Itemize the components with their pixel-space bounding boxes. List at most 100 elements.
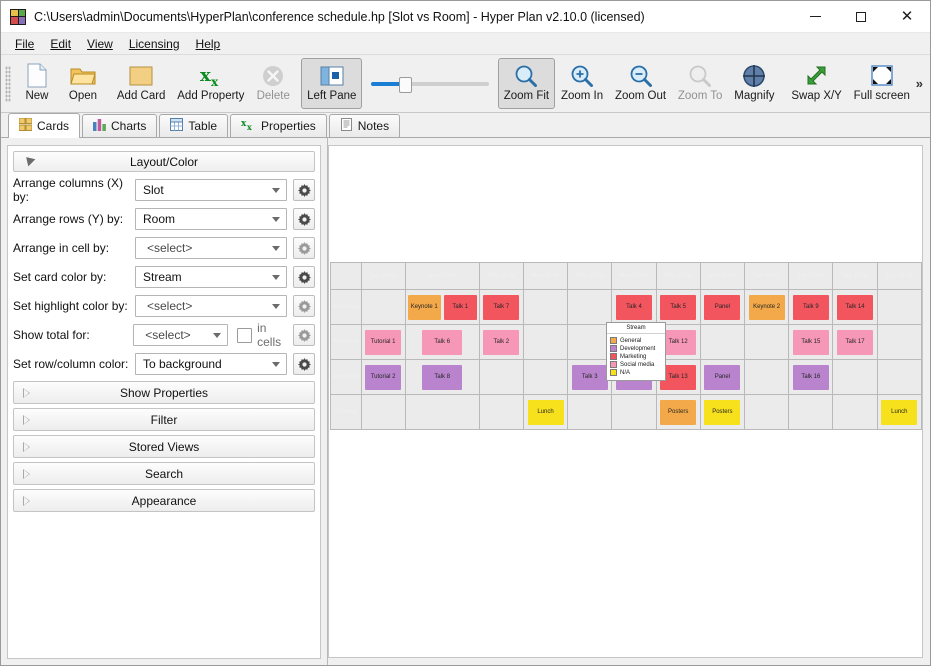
tab-charts[interactable]: Charts	[82, 114, 158, 137]
grid-cell[interactable]: Lunch	[876, 394, 922, 430]
schedule-card[interactable]: Talk 6	[422, 329, 463, 355]
toolbar-open-button[interactable]: Open	[60, 58, 106, 109]
column-header[interactable]: Tue 09:00	[743, 262, 790, 290]
schedule-card[interactable]: Posters	[704, 399, 741, 425]
highlight-color-settings-button[interactable]	[293, 295, 315, 317]
toolbar-swap-xy-button[interactable]: Swap X/Y	[785, 58, 847, 109]
arrange-columns-settings-button[interactable]	[293, 179, 315, 201]
arrange-in-cell-select[interactable]: <select>	[135, 237, 287, 259]
menu-licensing[interactable]: Licensing	[121, 35, 188, 53]
column-header[interactable]: Mon 11:00	[478, 262, 524, 290]
grid-cell[interactable]	[876, 324, 922, 360]
schedule-card[interactable]: Panel	[704, 294, 741, 320]
schedule-card[interactable]: Keynote 2	[748, 294, 785, 320]
grid-cell[interactable]	[360, 289, 406, 325]
schedule-card[interactable]: Talk 9	[792, 294, 829, 320]
grid-cell[interactable]: Panel	[699, 359, 746, 395]
zoom-slider-handle[interactable]	[399, 76, 413, 93]
schedule-card[interactable]: Talk 17	[837, 329, 874, 355]
toolbar-full-screen-button[interactable]: Full screen	[848, 58, 916, 109]
schedule-card[interactable]: Posters	[660, 399, 697, 425]
tab-table[interactable]: Table	[159, 114, 229, 137]
menu-file[interactable]: File	[7, 35, 42, 53]
grid-cell[interactable]	[567, 394, 613, 430]
accordion-show-properties[interactable]: Show Properties	[13, 381, 315, 404]
toolbar-zoom-to-button[interactable]: Zoom To	[672, 58, 728, 109]
grid-cell[interactable]: Talk 17	[832, 324, 878, 360]
toolbar-zoom-out-button[interactable]: Zoom Out	[609, 58, 672, 109]
schedule-card[interactable]: Talk 3	[571, 364, 608, 390]
accordion-filter[interactable]: Filter	[13, 408, 315, 431]
grid-cell[interactable]: Tutorial 1	[360, 324, 406, 360]
column-header[interactable]: Tue 10:00	[788, 262, 834, 290]
arrange-in-cell-settings-button[interactable]	[293, 237, 315, 259]
grid-cell[interactable]	[743, 394, 790, 430]
row-column-color-select[interactable]: To background	[135, 353, 287, 375]
tab-cards[interactable]: Cards	[8, 113, 81, 138]
zoom-slider-track[interactable]	[371, 76, 489, 93]
maximize-button[interactable]	[838, 1, 884, 32]
schedule-card[interactable]: Tutorial 1	[365, 329, 402, 355]
layout-color-section-header[interactable]: Layout/Color	[13, 151, 315, 172]
schedule-card[interactable]: Talk 14	[837, 294, 874, 320]
grid-cell[interactable]	[876, 289, 922, 325]
column-header[interactable]: Mon 16:00	[699, 262, 746, 290]
grid-cell[interactable]: Talk 9	[788, 289, 834, 325]
grid-cell[interactable]	[478, 394, 524, 430]
column-header[interactable]: Mon 14:00	[611, 262, 657, 290]
in-cells-checkbox[interactable]	[237, 327, 253, 343]
row-header[interactable]: Auditorium	[330, 289, 362, 325]
grid-cell[interactable]	[876, 359, 922, 395]
grid-cell[interactable]	[611, 394, 657, 430]
accordion-appearance[interactable]: Appearance	[13, 489, 315, 512]
menu-help[interactable]: Help	[188, 35, 229, 53]
column-header[interactable]: Tue 11:00	[832, 262, 878, 290]
grid-cell[interactable]	[522, 359, 569, 395]
grid-cell[interactable]: Tutorial 2	[360, 359, 406, 395]
card-color-select[interactable]: Stream	[135, 266, 287, 288]
cards-canvas[interactable]: Sat 14:00 Mon 10:00 Mon 11:00 Mon 12:00 Mon …	[328, 145, 923, 658]
grid-cell[interactable]: Talk 5	[655, 289, 701, 325]
row-column-color-settings-button[interactable]	[293, 353, 315, 375]
toolbar-overflow-button[interactable]: »	[916, 76, 923, 91]
schedule-card[interactable]: Talk 1	[443, 294, 477, 320]
schedule-card[interactable]: Lunch	[527, 399, 564, 425]
grid-cell[interactable]: Talk 6	[404, 324, 480, 360]
grid-cell[interactable]	[743, 359, 790, 395]
grid-cell[interactable]: Talk 15	[788, 324, 834, 360]
grid-cell[interactable]	[832, 394, 878, 430]
grid-cell[interactable]: Keynote 2	[743, 289, 790, 325]
grid-cell[interactable]	[832, 359, 878, 395]
close-button[interactable]: ✕	[884, 1, 930, 32]
grid-cell[interactable]	[522, 324, 569, 360]
schedule-card[interactable]: Talk 7	[483, 294, 520, 320]
toolbar-new-button[interactable]: New	[14, 58, 60, 109]
grid-cell[interactable]	[743, 324, 790, 360]
arrange-columns-select[interactable]: Slot	[135, 179, 287, 201]
grid-cell[interactable]: Talk 8	[404, 359, 480, 395]
schedule-card[interactable]: Talk 15	[792, 329, 829, 355]
grid-cell[interactable]	[788, 394, 834, 430]
grid-cell[interactable]: Panel	[699, 289, 746, 325]
toolbar-magnify-button[interactable]: Magnify	[728, 58, 780, 109]
grid-cell[interactable]	[567, 289, 613, 325]
grid-cell[interactable]	[478, 359, 524, 395]
grid-cell[interactable]: Talk 16	[788, 359, 834, 395]
column-header[interactable]: Mon 10:00	[404, 262, 480, 290]
card-color-settings-button[interactable]	[293, 266, 315, 288]
schedule-card[interactable]: Keynote 1	[407, 294, 441, 320]
tab-notes[interactable]: Notes	[328, 114, 401, 137]
highlight-color-select[interactable]: <select>	[135, 295, 287, 317]
schedule-card[interactable]: Lunch	[881, 399, 918, 425]
accordion-search[interactable]: Search	[13, 462, 315, 485]
schedule-card[interactable]: Talk 16	[792, 364, 829, 390]
toolbar-left-pane-button[interactable]: Left Pane	[301, 58, 363, 109]
toolbar-zoom-fit-button[interactable]: Zoom Fit	[497, 58, 556, 109]
schedule-card[interactable]: Talk 5	[660, 294, 697, 320]
column-header[interactable]: Tue 12:00	[876, 262, 922, 290]
arrange-rows-settings-button[interactable]	[293, 208, 315, 230]
toolbar-drag-handle[interactable]	[5, 65, 11, 102]
row-header[interactable]: Cafeteria	[330, 394, 362, 430]
grid-cell[interactable]: Talk 7	[478, 289, 524, 325]
toolbar-add-card-button[interactable]: Add Card	[111, 58, 171, 109]
